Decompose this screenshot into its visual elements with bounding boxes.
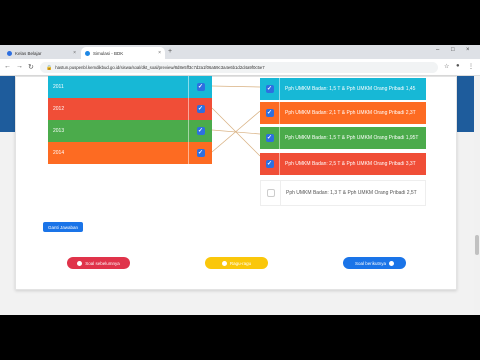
checkbox-checked-icon[interactable]: ✓	[196, 127, 205, 135]
left-item-label: 2014	[48, 142, 189, 164]
star-icon[interactable]: ☆	[444, 63, 449, 70]
right-item-1[interactable]: ✓ Pph UMKM Badan: 1,5 T & Pph UMKM Orang…	[260, 78, 426, 100]
next-question-button[interactable]: Soal berikutnya	[343, 257, 406, 269]
minimize-icon[interactable]: –	[436, 47, 439, 53]
new-tab-icon[interactable]: +	[168, 48, 172, 55]
previous-label: Soal sebelumnya	[85, 260, 120, 266]
lock-icon: 🔒	[46, 64, 53, 71]
checkbox-checked-icon[interactable]: ✓	[196, 105, 205, 113]
right-item-label: Pph UMKM Badan: 2,5 T & Pph UMKM Orang P…	[285, 160, 416, 167]
tab-kelas-belajar[interactable]: Kelas Belajar ×	[3, 47, 80, 59]
favicon-icon	[7, 50, 12, 56]
tab-simulasi[interactable]: Simulasi - BDK ×	[81, 47, 165, 59]
left-item-label: 2011	[48, 76, 189, 98]
right-item-label: Pph UMKM Badan: 1,5 T & Pph UMKM Orang P…	[285, 85, 416, 92]
left-item-3[interactable]: 2013 ✓	[48, 120, 212, 142]
match-line	[212, 85, 260, 88]
match-line	[212, 129, 260, 135]
close-window-icon[interactable]: ×	[466, 47, 470, 53]
arrow-right-icon	[389, 260, 395, 266]
close-tab-icon[interactable]: ×	[73, 50, 76, 56]
checkbox-checked-icon[interactable]: ✓	[196, 83, 205, 91]
profile-icon[interactable]: ●	[456, 63, 460, 69]
url-text: hastun.puspenbl.kemdikbud.go.id/siswa/so…	[55, 65, 265, 70]
maximize-icon[interactable]: □	[451, 47, 455, 53]
right-item-3[interactable]: ✓ Pph UMKM Badan: 1,5 T & Pph UMKM Orang…	[260, 127, 426, 149]
right-item-5[interactable]: Pph UMKM Badan: 1,3 T & Pph UMKM Orang P…	[260, 180, 426, 206]
right-item-label: Pph UMKM Badan: 2,1 T & Pph UMKM Orang P…	[285, 109, 416, 116]
doubt-icon	[221, 260, 227, 266]
favicon-icon	[85, 50, 90, 56]
tab-label: Simulasi - BDK	[93, 50, 124, 56]
right-item-4[interactable]: ✓ Pph UMKM Badan: 2,5 T & Pph UMKM Orang…	[260, 153, 426, 175]
back-icon[interactable]: ←	[4, 63, 11, 70]
forward-icon[interactable]: →	[16, 63, 23, 70]
arrow-left-icon	[77, 260, 83, 266]
right-item-2[interactable]: ✓ Pph UMKM Badan: 2,1 T & Pph UMKM Orang…	[260, 102, 426, 124]
tab-label: Kelas Belajar	[15, 50, 42, 56]
checkbox-checked-icon[interactable]: ✓	[196, 149, 205, 157]
checkbox-empty-icon[interactable]	[266, 189, 275, 197]
left-item-label: 2013	[48, 120, 189, 142]
left-item-2[interactable]: 2012 ✓	[48, 98, 212, 120]
left-item-label: 2012	[48, 98, 189, 120]
change-answer-button[interactable]: Ganti Jawaban	[43, 222, 83, 232]
checkbox-checked-icon[interactable]: ✓	[265, 109, 274, 117]
match-lines	[212, 85, 260, 157]
left-item-4[interactable]: 2014 ✓	[48, 142, 212, 164]
next-label: Soal berikutnya	[354, 260, 387, 266]
match-line	[212, 110, 260, 153]
browser-toolbar: ← → ↻ 🔒 hastun.puspenbl.kemdikbud.go.id/…	[0, 59, 480, 76]
checkbox-checked-icon[interactable]: ✓	[265, 160, 274, 168]
left-item-1[interactable]: 2011 ✓	[48, 76, 212, 98]
scrollbar[interactable]	[474, 76, 480, 315]
right-item-label: Pph UMKM Badan: 1,3 T & Pph UMKM Orang P…	[286, 189, 417, 196]
doubtful-button[interactable]: Ragu-ragu	[205, 257, 268, 269]
change-answer-label: Ganti Jawaban	[47, 224, 79, 230]
checkbox-checked-icon[interactable]: ✓	[265, 85, 274, 93]
right-item-label: Pph UMKM Badan: 1,5 T & Pph UMKM Orang P…	[285, 134, 419, 141]
menu-icon[interactable]: ⋮	[468, 63, 474, 70]
close-tab-icon[interactable]: ×	[158, 50, 161, 56]
previous-question-button[interactable]: Soal sebelumnya	[67, 257, 130, 269]
scrollbar-thumb[interactable]	[475, 235, 479, 255]
checkbox-checked-icon[interactable]: ✓	[265, 134, 274, 142]
reload-icon[interactable]: ↻	[28, 63, 34, 71]
address-bar[interactable]: 🔒 hastun.puspenbl.kemdikbud.go.id/siswa/…	[40, 62, 438, 73]
tab-strip: Kelas Belajar × Simulasi - BDK × + – □ ×	[0, 45, 480, 59]
doubtful-label: Ragu-ragu	[229, 260, 252, 266]
